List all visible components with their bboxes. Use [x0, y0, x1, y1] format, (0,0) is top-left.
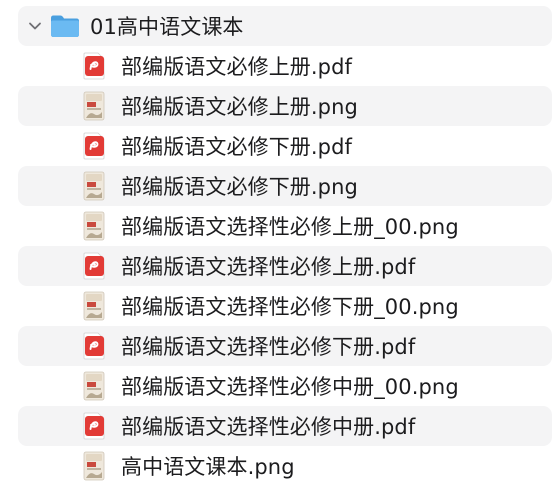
- file-name: 高中语文课本.png: [121, 455, 295, 479]
- image-thumbnail-icon: [81, 171, 107, 201]
- folder-name: 01高中语文课本: [90, 15, 244, 39]
- image-thumbnail-icon: [81, 91, 107, 121]
- file-name: 部编版语文选择性必修中册_00.png: [121, 375, 459, 399]
- file-row[interactable]: 部编版语文选择性必修上册_00.png: [0, 206, 552, 246]
- chevron-down-icon[interactable]: [26, 17, 44, 35]
- file-name: 部编版语文选择性必修上册_00.png: [121, 215, 459, 239]
- file-row[interactable]: 部编版语文必修上册.png: [18, 86, 552, 126]
- file-row[interactable]: 部编版语文选择性必修中册.pdf: [18, 406, 552, 446]
- pdf-icon: [81, 411, 107, 441]
- pdf-icon: [81, 131, 107, 161]
- file-name: 部编版语文选择性必修下册_00.png: [121, 295, 459, 319]
- file-row[interactable]: 部编版语文必修上册.pdf: [0, 46, 552, 86]
- folder-row[interactable]: 01高中语文课本: [18, 6, 552, 46]
- file-row[interactable]: 部编版语文选择性必修下册.pdf: [18, 326, 552, 366]
- file-row[interactable]: 高中语文课本.png: [0, 446, 552, 486]
- file-name: 部编版语文必修上册.pdf: [121, 55, 353, 79]
- file-row[interactable]: 部编版语文选择性必修中册_00.png: [0, 366, 552, 406]
- file-row[interactable]: 部编版语文选择性必修上册.pdf: [18, 246, 552, 286]
- image-thumbnail-icon: [81, 291, 107, 321]
- image-thumbnail-icon: [81, 451, 107, 481]
- pdf-icon: [81, 331, 107, 361]
- file-list: 01高中语文课本 部编版语文必修上册.pdf 部编版语文必修上册.png 部编版语文…: [0, 0, 552, 492]
- file-name: 部编版语文选择性必修中册.pdf: [121, 415, 416, 439]
- file-row[interactable]: 部编版语文选择性必修下册_00.png: [0, 286, 552, 326]
- folder-icon: [50, 14, 80, 38]
- file-name: 部编版语文选择性必修下册.pdf: [121, 335, 416, 359]
- file-name: 部编版语文必修下册.png: [121, 175, 358, 199]
- file-name: 部编版语文必修下册.pdf: [121, 135, 353, 159]
- image-thumbnail-icon: [81, 211, 107, 241]
- file-name: 部编版语文选择性必修上册.pdf: [121, 255, 416, 279]
- file-row[interactable]: 部编版语文必修下册.png: [18, 166, 552, 206]
- image-thumbnail-icon: [81, 371, 107, 401]
- file-row[interactable]: 部编版语文必修下册.pdf: [0, 126, 552, 166]
- pdf-icon: [81, 51, 107, 81]
- pdf-icon: [81, 251, 107, 281]
- file-name: 部编版语文必修上册.png: [121, 95, 358, 119]
